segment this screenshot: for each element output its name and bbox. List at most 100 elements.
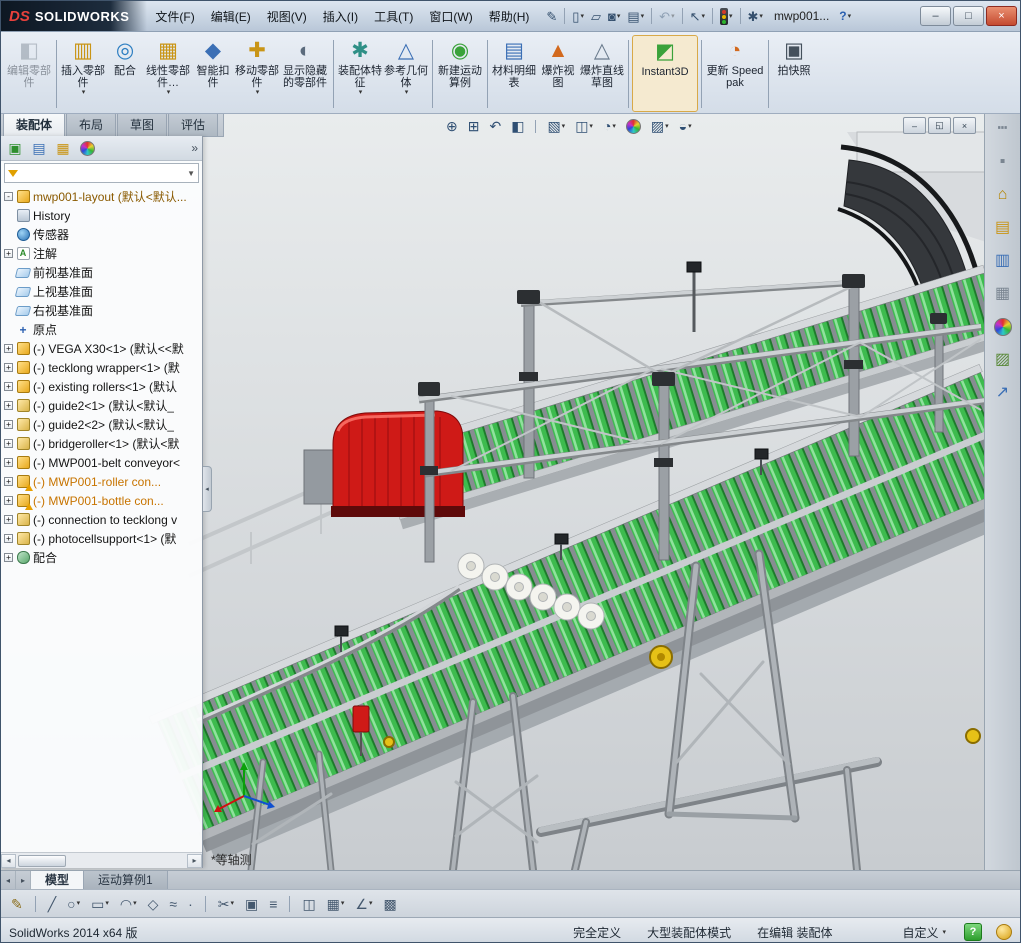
line-button[interactable]: ╱ <box>46 896 58 912</box>
help-caret-icon[interactable]: ▾ <box>848 13 852 20</box>
tree-expander[interactable]: + <box>4 534 13 543</box>
tree-expander[interactable]: + <box>4 382 13 391</box>
appearances-button[interactable] <box>991 316 1015 338</box>
displaymanager-tab-tab[interactable] <box>77 139 97 157</box>
zoom-area-button[interactable]: ⊞ <box>466 118 482 134</box>
undo-button[interactable]: ↶ ▾ <box>656 8 677 25</box>
share-button[interactable]: ↗ <box>991 382 1015 404</box>
tree-expander[interactable]: + <box>4 477 13 486</box>
rapid-sketch-button[interactable]: ▩ <box>382 896 399 912</box>
menu-item-6[interactable]: 帮助(H) <box>481 4 538 29</box>
featuremanager-tab-tab[interactable]: ▣ <box>5 139 25 157</box>
tree-item[interactable]: + (-) guide2<2> (默认<默认_ <box>4 415 202 434</box>
open-doc-button[interactable]: ▱ <box>588 8 604 25</box>
filter-caret-icon[interactable]: ▼ <box>187 169 195 178</box>
new-doc-button[interactable]: ▯ ▾ <box>569 8 587 25</box>
doc-tab-0[interactable]: 模型 <box>31 871 85 889</box>
tree-expander[interactable]: + <box>4 496 13 505</box>
quick-snaps-button[interactable]: ∠ ▾ <box>353 896 374 912</box>
exploded-view-button[interactable]: ▲ 爆炸视图 <box>537 35 579 112</box>
sketch-button[interactable]: ✎ <box>9 896 25 912</box>
tree-expander[interactable]: + <box>4 553 13 562</box>
doc-tab-nav-1[interactable]: ▸ <box>16 871 31 889</box>
tree-expander[interactable]: + <box>4 401 13 410</box>
menu-item-4[interactable]: 工具(T) <box>366 4 421 29</box>
panel-collapse-handle[interactable]: ◂ <box>203 466 212 512</box>
instant3d-button[interactable]: ◩ Instant3D <box>632 35 698 112</box>
arc-button[interactable]: ◠ ▾ <box>118 896 139 912</box>
custom-dropdown[interactable]: 自定义 ▾ <box>902 924 946 941</box>
view-palette-button[interactable]: ▦ <box>991 283 1015 305</box>
doc-minimize-button[interactable]: – <box>903 117 926 134</box>
spline-button[interactable]: ≈ <box>167 896 179 912</box>
tree-expander[interactable]: + <box>4 439 13 448</box>
command-tab-3[interactable]: 评估 <box>168 114 219 136</box>
explode-line-sketch-button[interactable]: △ 爆炸直线草图 <box>579 35 625 112</box>
sw-resources-button[interactable]: ⌂ <box>991 184 1015 206</box>
mirror-button[interactable]: ◫ <box>300 896 317 912</box>
rectangle-button[interactable]: ▭ ▾ <box>89 896 111 912</box>
quick-tip-button[interactable]: ✎ <box>543 8 560 25</box>
file-explorer-button[interactable]: ▥ <box>991 250 1015 272</box>
assembly-features-button[interactable]: ✱ 装配体特征 ▾ <box>337 35 383 112</box>
select-tool-button[interactable]: ↖ ▾ <box>687 8 708 25</box>
smart-fasteners-button[interactable]: ◆ 智能扣件 <box>192 35 234 112</box>
tree-item[interactable]: 右视基准面 <box>4 301 202 320</box>
save-doc-button[interactable]: ◙ ▾ <box>605 8 623 25</box>
zoom-fit-button[interactable]: ⊕ <box>444 118 460 134</box>
print-doc-button[interactable]: ▤ ▾ <box>624 8 647 25</box>
tree-item[interactable]: History <box>4 206 202 225</box>
reference-geometry-button[interactable]: △ 参考几何体 ▾ <box>383 35 429 112</box>
help-button[interactable]: ? <box>839 9 846 23</box>
status-help-button[interactable]: ? <box>964 923 982 941</box>
window-close-button[interactable]: × <box>986 6 1017 26</box>
take-snapshot-button[interactable]: ▣ 拍快照 <box>772 35 816 112</box>
new-motion-study-button[interactable]: ◉ 新建运动算例 <box>436 35 484 112</box>
point-button[interactable]: · <box>186 896 195 912</box>
scroll-left-button[interactable]: ◂ <box>1 853 16 868</box>
rebuild-button[interactable]: ▾ <box>717 6 736 27</box>
tree-item[interactable]: 前视基准面 <box>4 263 202 282</box>
design-library-button[interactable]: ▤ <box>991 217 1015 239</box>
tree-expander[interactable]: + <box>4 344 13 353</box>
tree-item[interactable]: + (-) MWP001-roller con... <box>4 472 202 491</box>
scroll-right-button[interactable]: ▸ <box>187 853 202 868</box>
fm-horizontal-scrollbar[interactable]: ◂ ▸ <box>1 852 202 868</box>
update-speedpak-button[interactable]: ◔ 更新 Speedpak <box>705 35 765 112</box>
edit-appearance-button[interactable] <box>624 118 643 135</box>
window-maximize-button[interactable]: □ <box>953 6 984 26</box>
menu-item-3[interactable]: 插入(I) <box>315 4 366 29</box>
doc-tab-1[interactable]: 运动算例1 <box>84 871 168 889</box>
tree-item[interactable]: + (-) VEGA X30<1> (默认<<默 <box>4 339 202 358</box>
circle-button[interactable]: ○ ▾ <box>65 896 82 912</box>
tree-expander[interactable]: + <box>4 458 13 467</box>
taskpane-grip-button[interactable]: ┅ <box>991 118 1015 140</box>
custom-properties-button[interactable]: ▨ <box>991 349 1015 371</box>
tree-expander[interactable]: - <box>4 192 13 201</box>
linear-component-pattern-button[interactable]: ▦ 线性零部件… ▾ <box>144 35 192 112</box>
tree-item[interactable]: + 配合 <box>4 548 202 567</box>
previous-view-button[interactable]: ↶ <box>487 118 503 134</box>
tree-item[interactable]: + (-) MWP001-belt conveyor< <box>4 453 202 472</box>
menu-item-0[interactable]: 文件(F) <box>147 4 202 29</box>
trim-button[interactable]: ✂ ▾ <box>216 896 236 912</box>
panel-expand-button[interactable]: » <box>191 141 198 155</box>
tree-item[interactable]: + (-) photocellsupport<1> (默 <box>4 529 202 548</box>
tree-item[interactable]: + (-) guide2<1> (默认<默认_ <box>4 396 202 415</box>
hide-show-button[interactable]: ◔ ▾ <box>601 118 618 134</box>
show-hidden-components-button[interactable]: ◐ 显示隐藏的零部件 <box>280 35 330 112</box>
options-button[interactable]: ✱ ▾ <box>745 8 766 25</box>
command-tab-2[interactable]: 草图 <box>117 114 168 136</box>
doc-restore-button[interactable]: ◱ <box>928 117 951 134</box>
tree-expander[interactable]: + <box>4 363 13 372</box>
tree-item[interactable]: + (-) existing rollers<1> (默认 <box>4 377 202 396</box>
tree-expander[interactable]: + <box>4 249 13 258</box>
configurationmanager-tab-tab[interactable]: ▦ <box>53 139 73 157</box>
tree-filter[interactable]: ▼ <box>4 163 199 183</box>
tree-item[interactable]: + (-) connection to tecklong v <box>4 510 202 529</box>
polygon-button[interactable]: ◇ <box>146 896 161 912</box>
move-component-button[interactable]: ✚ 移动零部件 ▾ <box>234 35 280 112</box>
mate-button[interactable]: ◎ 配合 <box>106 35 144 112</box>
tree-item[interactable]: + (-) bridgeroller<1> (默认<默 <box>4 434 202 453</box>
doc-tab-nav-0[interactable]: ◂ <box>1 871 16 889</box>
